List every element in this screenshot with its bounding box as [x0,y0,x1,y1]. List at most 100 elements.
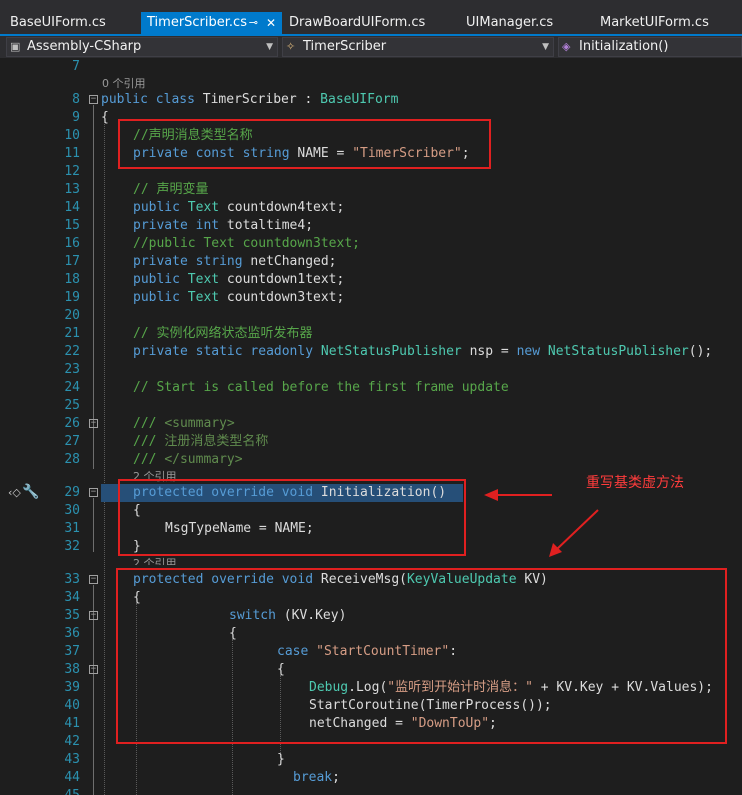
line-number: 11 [64,146,80,161]
line-number: 45 [0,787,80,795]
line-number: 25 [64,398,80,413]
annotation-box-const [118,119,491,169]
code-line: 18 public Text countdown1text; [0,271,742,289]
code-line: 26 − /// <summary> [0,415,742,433]
class-icon: ✧ [286,40,296,53]
code-text: /// 注册消息类型名称 [133,434,269,449]
annotation-box-receivemsg [116,568,727,744]
code-line: 19 public Text countdown3text; [0,289,742,307]
code-line: 28 /// </summary> [0,451,742,469]
line-number: 44 [64,770,80,785]
code-text: /// <summary> [133,416,235,431]
line-number: 36 [64,626,80,641]
line-number: 22 [64,344,80,359]
code-text: // 声明变量 [133,182,209,197]
csharp-project-icon: ▣ [10,40,21,53]
line-number: 43 [64,752,80,767]
line-number: 14 [64,200,80,215]
line-number: 42 [64,734,80,749]
annotation-box-initialization [118,479,466,556]
line-number: 30 [64,503,80,518]
quick-action-margin[interactable]: ‹◇ 🔧 [8,484,39,500]
line-number: 17 [64,254,80,269]
line-number: 20 [64,308,80,323]
pin-icon[interactable]: ⊸ [249,12,258,34]
code-line: 14 public Text countdown4text; [0,199,742,217]
code-line: 21 // 实例化网络状态监听发布器 [0,325,742,343]
line-number: 21 [64,326,80,341]
line-number: 28 [64,452,80,467]
code-text: } [277,752,285,767]
annotation-label: 重写基类虚方法 [586,475,684,491]
line-number: 31 [64,521,80,536]
collapse-icon[interactable]: − [89,488,98,497]
code-text: private static readonly NetStatusPublish… [133,344,713,359]
chevron-down-icon: ▼ [542,42,549,52]
code-line: 20 [0,307,742,325]
wrench-icon[interactable]: 🔧 [22,484,39,500]
tab-uimanager[interactable]: UIManager.cs [466,12,586,34]
tab-marketuiform[interactable]: MarketUIForm.cs [600,12,740,34]
code-text: public Text countdown3text; [133,290,345,305]
tab-label: TimerScriber.cs [147,15,247,30]
project-dropdown[interactable]: ▣ Assembly-CSharp ▼ [6,37,278,57]
method-icon: ◈ [562,40,571,53]
line-number: 35 [64,608,80,623]
code-text: // 实例化网络状态监听发布器 [133,326,313,341]
line-number: 26 [64,416,80,431]
line-number: 16 [64,236,80,251]
line-number: 32 [64,539,80,554]
line-number: 37 [64,644,80,659]
code-text: public Text countdown1text; [133,272,345,287]
line-number: 34 [64,590,80,605]
code-line: 8 − public class TimerScriber : BaseUIFo… [0,91,742,109]
line-number: 7 [72,59,80,74]
code-line: 24 // Start is called before the first f… [0,379,742,397]
code-line: 17 private string netChanged; [0,253,742,271]
collapse-icon[interactable]: − [89,611,98,620]
line-number: 23 [64,362,80,377]
code-line: 15 private int totaltime4; [0,217,742,235]
code-text: // Start is called before the first fram… [133,380,509,395]
chevron-down-icon: ▼ [266,42,273,52]
line-number: 8 [72,92,80,107]
document-tab-bar: BaseUIForm.cs TimerScriber.cs ⊸ ✕ DrawBo… [0,0,742,34]
line-number: 13 [64,182,80,197]
collapse-icon[interactable]: − [89,665,98,674]
line-number: 33 [64,572,80,587]
code-text: break; [293,770,340,785]
code-line: 23 [0,361,742,379]
code-line: 45 [0,787,742,795]
code-text: //public Text countdown3text; [133,236,360,251]
class-label: TimerScriber [303,39,387,54]
line-number: 40 [64,698,80,713]
code-text: /// </summary> [133,452,243,467]
member-label: Initialization() [579,39,669,54]
code-line: 25 [0,397,742,415]
class-dropdown[interactable]: ✧ TimerScriber ▼ [282,37,554,57]
navigation-bar: ▣ Assembly-CSharp ▼ ✧ TimerScriber ▼ ◈ I… [0,36,742,58]
code-editor[interactable]: 7 0 个引用 8 − public class TimerScriber : … [0,58,742,795]
code-line: 22 private static readonly NetStatusPubl… [0,343,742,361]
close-icon[interactable]: ✕ [266,12,276,34]
reference-count[interactable]: 0 个引用 [102,76,146,91]
tab-baseuiform[interactable]: BaseUIForm.cs [10,12,140,34]
collapse-icon[interactable]: − [89,419,98,428]
tab-timerscriber[interactable]: TimerScriber.cs ⊸ ✕ [141,12,282,34]
member-dropdown[interactable]: ◈ Initialization() [558,37,742,57]
line-number: 18 [64,272,80,287]
code-text: private int totaltime4; [133,218,314,233]
line-number: 24 [64,380,80,395]
code-line: 16 //public Text countdown3text; [0,235,742,253]
line-number: 9 [72,110,80,125]
collapse-icon[interactable]: − [89,95,98,104]
tab-drawboarduiform[interactable]: DrawBoardUIForm.cs [289,12,459,34]
code-lens-icon[interactable]: ‹◇ [8,486,21,499]
line-number: 10 [64,128,80,143]
collapse-icon[interactable]: − [89,575,98,584]
reference-count[interactable]: 2 个引用 [133,556,177,565]
code-text: { [101,110,109,125]
line-number: 27 [64,434,80,449]
line-number: 38 [64,662,80,677]
code-text: public class TimerScriber : BaseUIForm [101,92,399,107]
